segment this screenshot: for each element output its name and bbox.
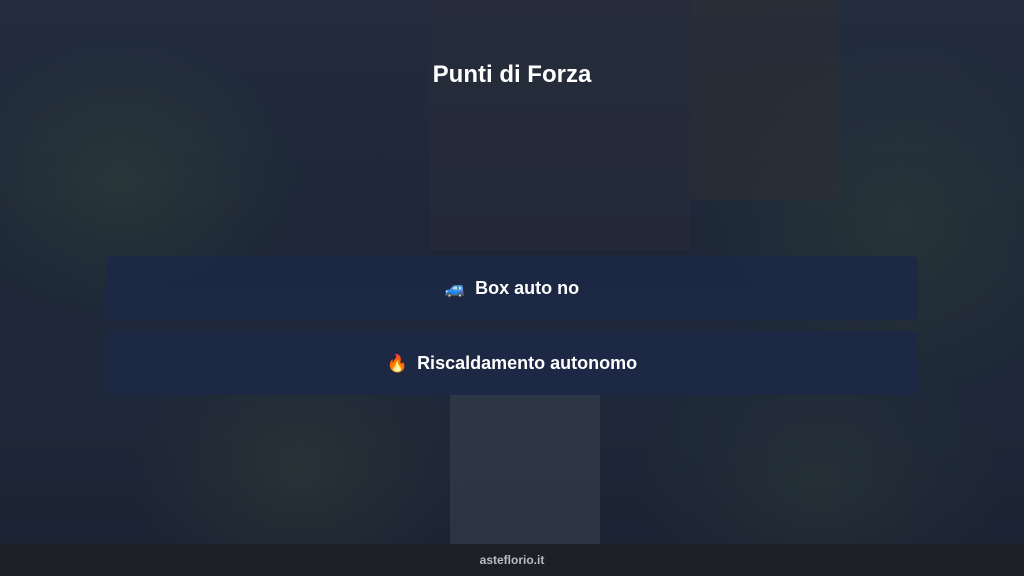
feature-card-box-auto: 🚙 Box auto no bbox=[106, 256, 918, 320]
feature-label: Riscaldamento autonomo bbox=[417, 352, 638, 373]
car-icon: 🚙 bbox=[444, 278, 467, 298]
features-list: 🚙 Box auto no 🔥 Riscaldamento autonomo bbox=[106, 256, 918, 406]
fire-icon: 🔥 bbox=[386, 353, 409, 373]
footer-brand: asteflorio.it bbox=[479, 553, 545, 567]
slide: Punti di Forza 🚙 Box auto no 🔥 Riscaldam… bbox=[0, 0, 1024, 576]
background-building bbox=[430, 0, 690, 250]
background-building-right bbox=[690, 0, 840, 200]
feature-label: Box auto no bbox=[475, 277, 580, 298]
feature-card-riscaldamento: 🔥 Riscaldamento autonomo bbox=[106, 331, 918, 395]
page-title: Punti di Forza bbox=[432, 61, 592, 88]
footer-bar: asteflorio.it bbox=[0, 544, 1024, 576]
